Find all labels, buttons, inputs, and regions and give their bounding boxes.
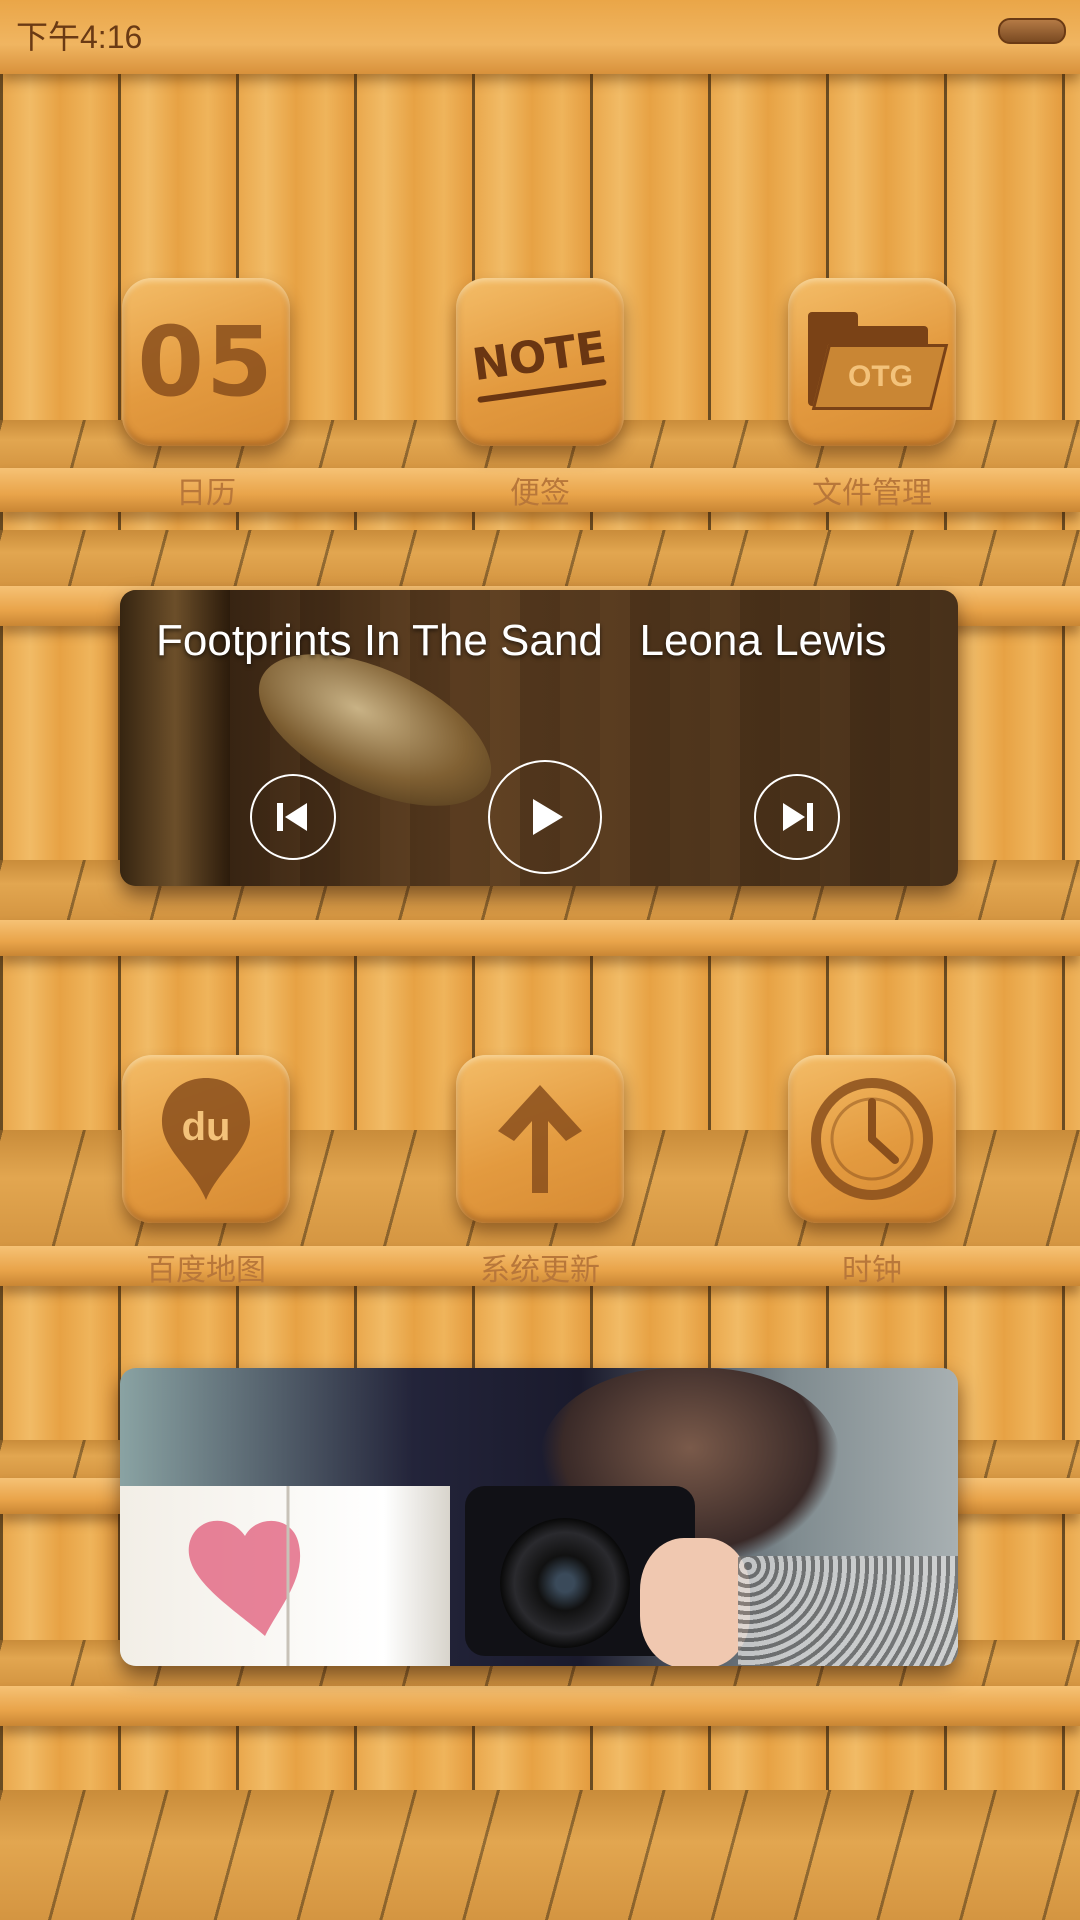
app-calendar[interactable]: 05 日历 — [121, 278, 291, 512]
folder-otg-icon: OTG — [788, 278, 956, 446]
app-label-baidu-map: 百度地图 — [146, 1254, 266, 1287]
app-label-calendar: 日历 — [176, 477, 236, 510]
app-system-update[interactable]: 系统更新 — [455, 1055, 625, 1289]
arrow-up-icon — [456, 1055, 624, 1223]
shelf-floor — [0, 1790, 1080, 1920]
play-icon — [533, 799, 563, 835]
artist-name: Leona Lewis — [639, 616, 887, 665]
next-icon — [783, 803, 813, 831]
next-button[interactable] — [754, 774, 840, 860]
clock-icon — [788, 1055, 956, 1223]
app-label-system-update: 系统更新 — [480, 1254, 600, 1287]
heart-icon — [188, 1486, 301, 1666]
status-time: 下午4:16 — [16, 19, 143, 55]
notebook-image — [120, 1486, 450, 1666]
app-file-manager[interactable]: OTG 文件管理 — [787, 278, 957, 512]
music-widget[interactable]: Footprints In The Sand Leona Lewis — [120, 590, 958, 886]
app-label-clock: 时钟 — [842, 1254, 902, 1287]
app-baidu-map[interactable]: du 百度地图 — [121, 1055, 291, 1289]
app-clock[interactable]: 时钟 — [787, 1055, 957, 1289]
status-bar: 下午4:16 — [0, 0, 1080, 74]
music-track-info: Footprints In The Sand Leona Lewis — [156, 616, 887, 666]
photo-widget[interactable] — [120, 1368, 958, 1666]
map-pin-icon: du — [122, 1055, 290, 1223]
app-label-note: 便签 — [510, 477, 570, 510]
battery-icon — [998, 18, 1066, 44]
previous-button[interactable] — [250, 774, 336, 860]
note-icon: NOTE — [456, 278, 624, 446]
calendar-icon: 05 — [122, 278, 290, 446]
song-title: Footprints In The Sand — [156, 616, 603, 665]
previous-icon — [277, 803, 307, 831]
app-note[interactable]: NOTE 便签 — [455, 278, 625, 512]
play-button[interactable] — [488, 760, 602, 874]
app-label-file-manager: 文件管理 — [812, 477, 932, 510]
